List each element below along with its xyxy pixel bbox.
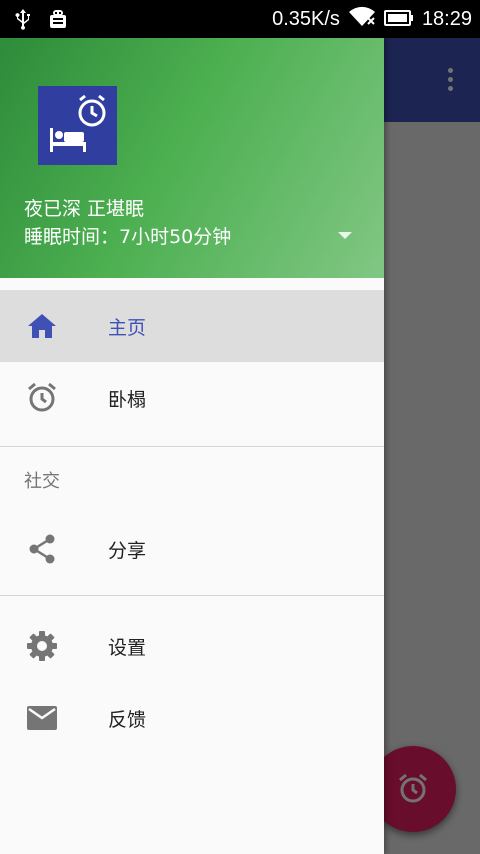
usb-icon: [14, 8, 32, 34]
status-bar: 0.35K/s 18:29: [0, 0, 480, 38]
menu-item-label: 反馈: [108, 708, 147, 731]
drawer-menu: 主页 卧榻 社交 分享 设置 反馈: [0, 290, 384, 754]
menu-item-share[interactable]: 分享: [0, 513, 384, 585]
menu-item-label: 分享: [108, 539, 147, 562]
header-title: 夜已深 正堪眠: [24, 198, 145, 220]
screen: 0.35K/s 18:29 夜已深 正堪眠 睡眠时间：7小时50分钟 主页 卧榻…: [0, 0, 480, 854]
navigation-drawer: 夜已深 正堪眠 睡眠时间：7小时50分钟 主页 卧榻 社交 分享 设置 反馈: [0, 38, 384, 854]
divider: [0, 595, 384, 596]
debug-android-icon: [46, 8, 70, 34]
app-logo: [38, 86, 117, 165]
menu-item-home[interactable]: 主页: [0, 290, 384, 362]
menu-item-settings[interactable]: 设置: [0, 610, 384, 682]
menu-item-label: 设置: [108, 636, 147, 659]
share-icon: [24, 531, 60, 567]
battery-icon: [383, 8, 414, 32]
menu-item-label: 主页: [108, 316, 147, 339]
menu-item-bed[interactable]: 卧榻: [0, 362, 384, 434]
drawer-header: 夜已深 正堪眠 睡眠时间：7小时50分钟: [0, 38, 384, 278]
menu-item-label: 卧榻: [108, 388, 147, 411]
alarm-icon: [24, 380, 60, 416]
sleep-time-text: 睡眠时间：7小时50分钟: [24, 226, 232, 248]
home-icon: [24, 308, 60, 344]
wifi-icon: [348, 6, 376, 33]
menu-item-feedback[interactable]: 反馈: [0, 682, 384, 754]
account-dropdown-icon[interactable]: [338, 232, 352, 239]
clock: 18:29: [421, 8, 472, 30]
section-header-social: 社交: [24, 471, 60, 492]
network-speed: 0.35K/s: [272, 8, 340, 30]
mail-icon: [24, 700, 60, 736]
gear-icon: [24, 628, 60, 664]
